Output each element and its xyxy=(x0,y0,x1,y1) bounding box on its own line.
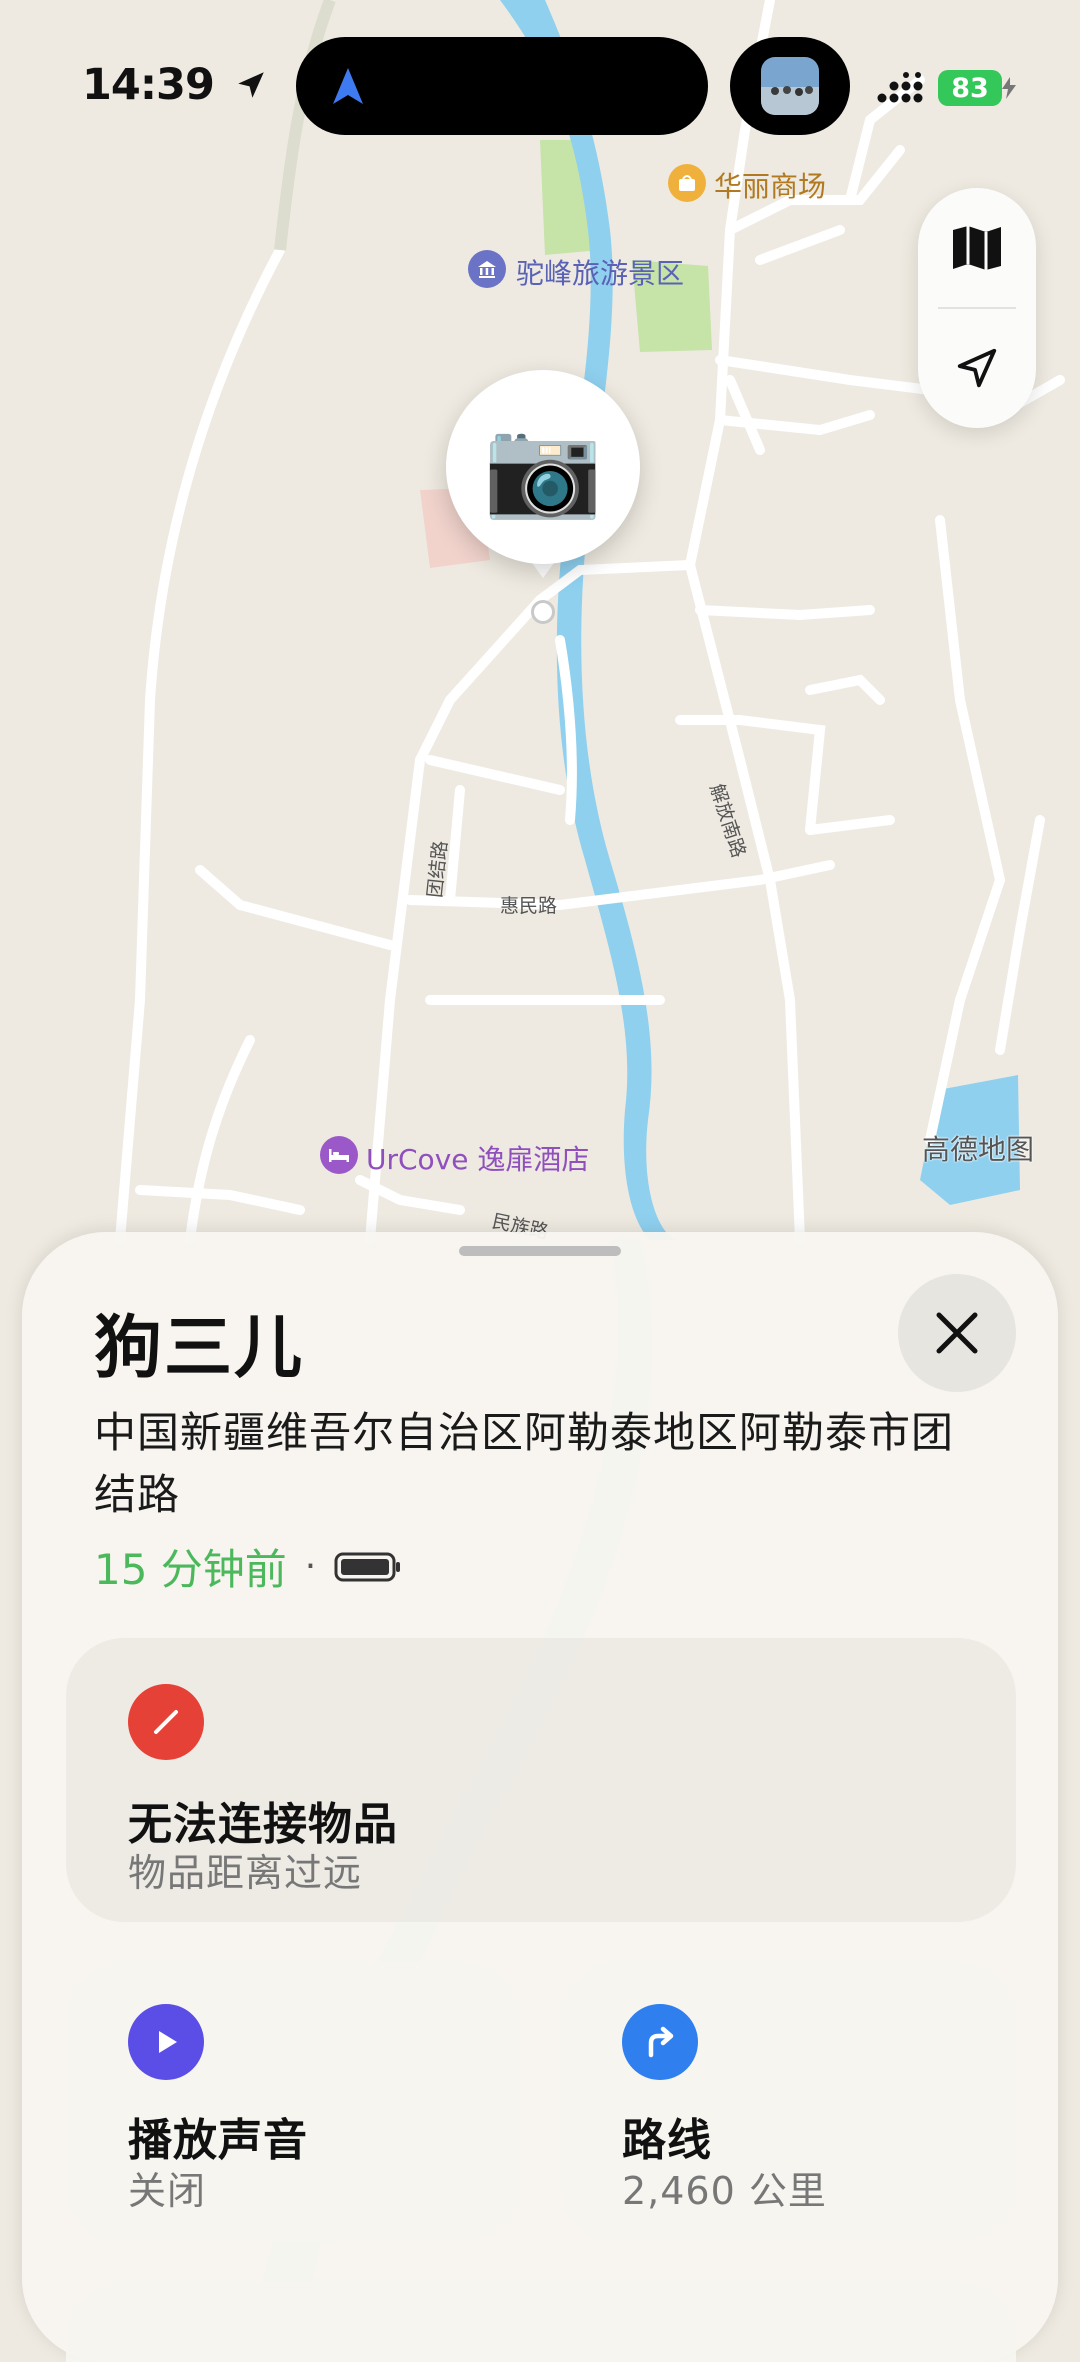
last-seen-time: 15 分钟前 xyxy=(94,1545,287,1594)
pin-location-dot xyxy=(531,600,555,624)
hotel-icon[interactable] xyxy=(320,1136,358,1174)
map-attribution: 高德地图 xyxy=(922,1133,1035,1166)
charging-bolt-icon xyxy=(1002,77,1016,99)
directions-arrow-icon xyxy=(648,2026,674,2058)
road-label-huimin: 惠民路 xyxy=(500,895,558,917)
battery-indicator: 83 xyxy=(938,70,1002,106)
map-controls xyxy=(918,188,1036,428)
slash-icon xyxy=(154,1710,178,1734)
play-sound-subtitle: 关闭 xyxy=(128,2169,207,2213)
connection-status-card: 无法连接物品 物品距离过远 xyxy=(66,1638,1016,1922)
map-icon xyxy=(953,226,1001,270)
mall-icon[interactable] xyxy=(668,164,706,202)
play-sound-card[interactable]: 播放声音 关闭 xyxy=(66,1962,520,2242)
scenic-area-icon[interactable] xyxy=(468,250,506,288)
dynamic-island[interactable] xyxy=(296,37,708,135)
item-location-pin[interactable]: 📷 xyxy=(446,370,640,564)
play-icon xyxy=(159,2031,177,2053)
directions-title: 路线 xyxy=(622,2115,712,2166)
camera-icon: 📷 xyxy=(483,411,603,523)
locate-me-button[interactable] xyxy=(918,308,1036,428)
play-sound-title: 播放声音 xyxy=(128,2115,308,2166)
item-status-row: 15 分钟前 · xyxy=(94,1536,402,1597)
directions-badge xyxy=(622,2004,698,2080)
map-label-mall[interactable]: 华丽商场 xyxy=(714,165,826,205)
close-button[interactable] xyxy=(898,1274,1016,1392)
directions-card[interactable]: 路线 2,460 公里 xyxy=(560,1962,1016,2242)
map-label-scenic[interactable]: 驼峰旅游景区 xyxy=(516,252,684,292)
navigation-icon xyxy=(333,68,363,104)
item-title: 狗三儿 xyxy=(94,1309,305,1388)
close-icon xyxy=(936,1312,978,1354)
dynamic-island-live-activity[interactable] xyxy=(730,37,850,135)
connection-status-badge xyxy=(128,1684,204,1760)
item-detail-sheet: 狗三儿 中国新疆维吾尔自治区阿勒泰地区阿勒泰市团结路 15 分钟前 · 无法连接… xyxy=(22,1232,1058,2362)
next-card-peek[interactable] xyxy=(66,2282,1016,2362)
connection-status-subtitle: 物品距离过远 xyxy=(128,1851,363,1895)
live-activity-thumbnail xyxy=(761,57,819,115)
play-sound-badge xyxy=(128,2004,204,2080)
directions-distance: 2,460 公里 xyxy=(622,2169,827,2213)
sheet-grabber[interactable] xyxy=(459,1246,621,1256)
map-mode-button[interactable] xyxy=(918,188,1036,308)
separator-dot: · xyxy=(304,1546,317,1587)
location-arrow-icon xyxy=(238,72,264,98)
item-address: 中国新疆维吾尔自治区阿勒泰地区阿勒泰市团结路 xyxy=(94,1408,955,1519)
battery-icon xyxy=(334,1552,401,1581)
signal-icon xyxy=(877,72,923,103)
status-time: 14:39 xyxy=(82,60,268,110)
map-label-hotel[interactable]: UrCove 逸扉酒店 xyxy=(366,1138,589,1178)
location-arrow-icon xyxy=(957,348,997,388)
